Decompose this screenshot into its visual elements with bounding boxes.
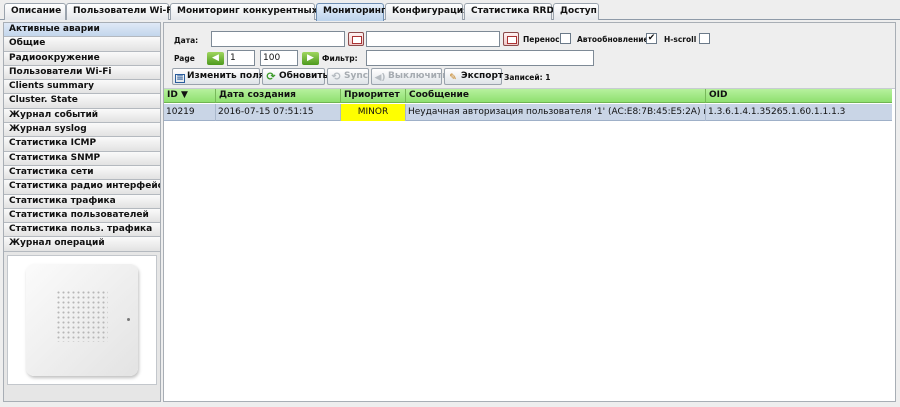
calendar-to-icon[interactable] <box>503 32 519 46</box>
export-icon: ✎ <box>449 73 457 83</box>
date-from-input[interactable] <box>211 31 345 47</box>
cell-created: 2016-07-15 07:51:15 <box>216 104 341 121</box>
main-tabbar: Описание Пользователи Wi-Fi Мониторинг к… <box>0 0 900 21</box>
export-label: Экспорт <box>461 71 504 81</box>
column-header-message[interactable]: Сообщение <box>406 89 706 103</box>
refresh-icon: ⟳ <box>266 70 276 83</box>
sidebar-item-wifi-users[interactable]: Пользователи Wi-Fi <box>4 65 160 81</box>
sidebar-item-network-stats[interactable]: Статистика сети <box>4 165 160 181</box>
sync-icon: ⟲ <box>331 70 341 83</box>
access-point-image <box>26 264 138 376</box>
filter-label: Фильтр: <box>322 54 358 63</box>
date-label: Дата: <box>174 36 199 45</box>
sidebar-item-icmp-stats[interactable]: Статистика ICMP <box>4 137 160 152</box>
edit-fields-button[interactable]: ≡ Изменить поля <box>172 68 265 85</box>
sidebar-item-traffic-stats[interactable]: Статистика трафика <box>4 194 160 209</box>
tab-wifi-users[interactable]: Пользователи Wi-Fi <box>66 3 176 20</box>
records-count: Записей: 1 <box>504 73 551 82</box>
sidebar-item-radio-interface-stats[interactable]: Статистика радио интерфейсов <box>4 180 160 195</box>
hscroll-label: H-scroll <box>664 35 697 44</box>
refresh-label: Обновить <box>279 71 329 81</box>
column-header-created[interactable]: Дата создания <box>216 89 341 103</box>
date-to-input[interactable] <box>366 31 500 47</box>
next-page-arrow-icon[interactable]: ▶ <box>302 52 319 65</box>
sidebar-item-operations-log[interactable]: Журнал операций <box>4 237 160 252</box>
table-header: ID ▼ Дата создания Приоритет Сообщение O… <box>164 89 892 103</box>
calendar-from-icon[interactable] <box>348 32 364 46</box>
sidebar-item-user-traffic-stats[interactable]: Статистика польз. трафика <box>4 223 160 238</box>
sidebar-item-clients-summary[interactable]: Clients summary <box>4 80 160 95</box>
sync-button[interactable]: ⟲ Sync <box>327 68 369 85</box>
column-header-oid[interactable]: OID <box>706 89 892 103</box>
page-number-input[interactable]: 1 <box>227 50 255 66</box>
device-grill <box>56 290 108 342</box>
cell-priority: MINOR <box>341 104 406 121</box>
tab-rrd-statistics[interactable]: Статистика RRD <box>464 3 554 20</box>
tab-monitoring[interactable]: Мониторинг <box>316 3 386 21</box>
sidebar-item-user-stats[interactable]: Статистика пользователей <box>4 208 160 224</box>
mute-button[interactable]: ◀) Выключить <box>371 68 448 85</box>
sidebar-item-active-alarms[interactable]: Активные аварии <box>4 23 160 38</box>
hscroll-checkbox[interactable] <box>699 33 710 44</box>
refresh-button[interactable]: ⟳ Обновить <box>262 68 329 85</box>
sidebar-item-cluster-state[interactable]: Cluster. State <box>4 94 160 109</box>
wrap-checkbox[interactable] <box>560 33 571 44</box>
cell-message: Неудачная авторизация пользователя '1' (… <box>406 104 706 121</box>
sidebar: Активные аварии Общие Радиоокружение Пол… <box>3 22 161 402</box>
autorefresh-checkbox[interactable]: ✔ <box>646 33 657 44</box>
mute-label: Выключить <box>388 71 448 81</box>
tab-description[interactable]: Описание <box>4 3 66 20</box>
tab-configuration[interactable]: Конфигурация <box>385 3 469 20</box>
sidebar-item-radio-environment[interactable]: Радиоокружение <box>4 51 160 66</box>
sidebar-item-general[interactable]: Общие <box>4 37 160 52</box>
filter-toolbar: Дата: Перенос Автообновление ✔ H-scroll … <box>164 23 895 89</box>
main-panel: Дата: Перенос Автообновление ✔ H-scroll … <box>163 22 896 402</box>
speaker-icon: ◀) <box>374 73 386 83</box>
sidebar-item-snmp-stats[interactable]: Статистика SNMP <box>4 151 160 166</box>
prev-page-arrow-icon[interactable]: ◀ <box>207 52 224 65</box>
cell-id: 10219 <box>164 104 216 121</box>
cell-oid: 1.3.6.1.4.1.35265.1.60.1.1.1.3 <box>708 107 846 117</box>
autorefresh-label: Автообновление <box>577 35 649 44</box>
page-size-input[interactable]: 100 <box>260 50 298 66</box>
device-image-frame <box>7 255 157 385</box>
tab-competitor-ap-monitoring[interactable]: Мониторинг конкурентных ТД <box>170 3 335 20</box>
page-label: Page <box>174 54 195 63</box>
filter-input[interactable] <box>366 50 594 66</box>
sidebar-item-event-log[interactable]: Журнал событий <box>4 108 160 124</box>
export-button[interactable]: ✎ Экспорт <box>444 68 504 85</box>
device-led <box>127 318 130 321</box>
edit-fields-icon: ≡ <box>175 73 185 83</box>
sidebar-item-syslog[interactable]: Журнал syslog <box>4 123 160 138</box>
table-row[interactable]: 10219 2016-07-15 07:51:15 MINOR Неудачна… <box>164 104 892 121</box>
column-header-priority[interactable]: Приоритет <box>341 89 406 103</box>
wrap-label: Перенос <box>523 35 560 44</box>
edit-fields-label: Изменить поля <box>187 71 265 81</box>
sync-label: Sync <box>344 71 369 81</box>
tab-access[interactable]: Доступ <box>553 3 599 20</box>
column-header-id[interactable]: ID ▼ <box>164 89 216 103</box>
